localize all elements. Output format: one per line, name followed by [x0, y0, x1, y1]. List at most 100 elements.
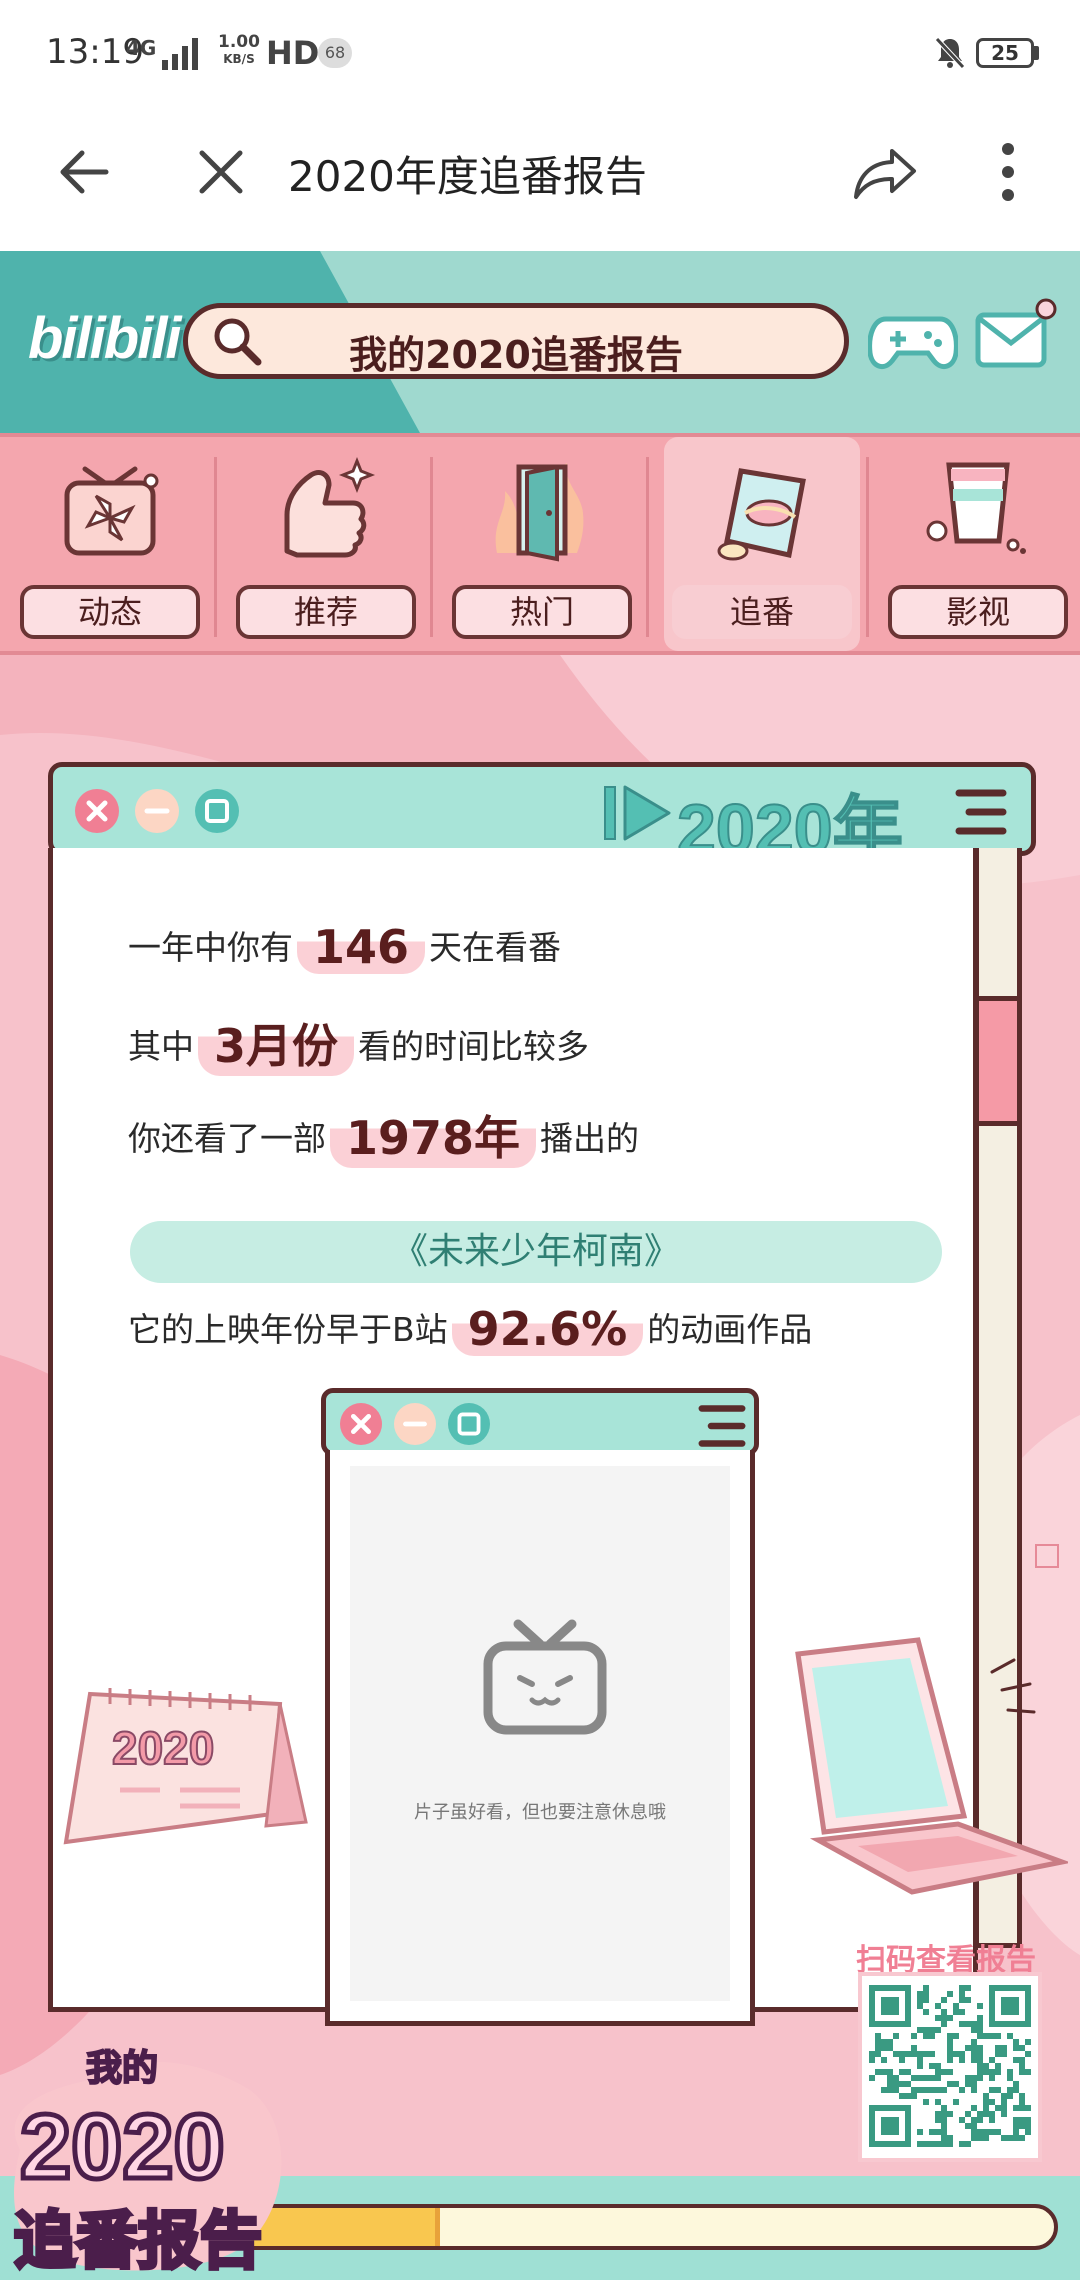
- window-close-button[interactable]: [75, 789, 119, 833]
- qr-module: [1013, 2039, 1019, 2045]
- qr-module: [971, 2027, 977, 2033]
- video-placeholder[interactable]: 片子虽好看，但也要注意休息哦: [350, 1466, 730, 2001]
- qr-module: [911, 2093, 917, 2099]
- menu-icon[interactable]: [953, 787, 1009, 837]
- search-bar[interactable]: 我的2020追番报告: [183, 303, 849, 379]
- qr-module: [905, 2093, 911, 2099]
- qr-module: [935, 2117, 941, 2123]
- window-minimize-button[interactable]: [135, 789, 179, 833]
- nav-label[interactable]: 动态: [20, 585, 200, 639]
- qr-finder-pattern: [881, 1997, 899, 2015]
- qr-module: [977, 2075, 983, 2081]
- mail-icon[interactable]: [974, 295, 1058, 375]
- qr-module: [923, 2087, 929, 2093]
- nav-label[interactable]: 推荐: [236, 585, 416, 639]
- qr-module: [923, 2141, 929, 2147]
- qr-module: [941, 2009, 947, 2015]
- qr-module: [977, 2111, 983, 2117]
- player-window-body: 片子虽好看，但也要注意休息哦: [325, 1450, 755, 2026]
- nav-separator: [646, 457, 649, 637]
- qr-module: [941, 2141, 947, 2147]
- mute-bell-icon: [935, 37, 965, 69]
- menu-icon[interactable]: [696, 1403, 748, 1449]
- highlight-value: 1978年: [330, 1102, 537, 1168]
- qr-module: [881, 2045, 887, 2051]
- share-icon[interactable]: [852, 145, 918, 201]
- nav-item-zhuifan[interactable]: 追番: [664, 437, 860, 651]
- qr-module: [1019, 2063, 1025, 2069]
- nav-item-tuijian[interactable]: 推荐: [228, 437, 424, 651]
- qr-module: [929, 2051, 935, 2057]
- qr-module: [971, 2117, 977, 2123]
- close-icon[interactable]: [196, 147, 246, 197]
- nav-item-yingshi[interactable]: 影视: [880, 437, 1076, 651]
- battery-tip: [1034, 46, 1039, 60]
- play-icon[interactable]: [603, 781, 673, 845]
- highlight-value: 92.6%: [451, 1302, 644, 1356]
- nav-label[interactable]: 热门: [452, 585, 632, 639]
- qr-module: [989, 2069, 995, 2075]
- player-maximize-button[interactable]: [448, 1403, 490, 1445]
- qr-module: [1019, 2093, 1025, 2099]
- qr-module: [893, 2087, 899, 2093]
- qr-module: [1007, 2093, 1013, 2099]
- qr-module: [971, 2075, 977, 2081]
- player-close-button[interactable]: [340, 1403, 382, 1445]
- more-vertical-icon[interactable]: [994, 141, 1022, 203]
- qr-module: [917, 2027, 923, 2033]
- network-type: 4G: [126, 36, 157, 60]
- qr-module: [911, 2075, 917, 2081]
- rest-reminder-caption: 片子虽好看，但也要注意休息哦: [414, 1802, 666, 1823]
- qr-module: [1025, 2129, 1031, 2135]
- report-line-year: 你还看了一部 1978年 播出的: [128, 1102, 639, 1168]
- gamepad-icon[interactable]: [868, 311, 958, 375]
- qr-module: [971, 2135, 977, 2141]
- qr-module: [917, 1991, 923, 1997]
- qr-module: [953, 2081, 959, 2087]
- qr-module: [947, 2051, 953, 2057]
- qr-module: [959, 2117, 965, 2123]
- window-maximize-button[interactable]: [195, 789, 239, 833]
- qr-module: [947, 2081, 953, 2087]
- battery-indicator: 25: [976, 38, 1034, 68]
- nav-item-remen[interactable]: 热门: [444, 437, 640, 651]
- nav-label[interactable]: 影视: [888, 585, 1068, 639]
- qr-module: [875, 2051, 881, 2057]
- qr-module: [929, 2033, 935, 2039]
- qr-module: [983, 2069, 989, 2075]
- qr-module: [977, 2117, 983, 2123]
- nav-item-dongtai[interactable]: 动态: [12, 437, 208, 651]
- qr-module: [929, 2129, 935, 2135]
- report-progress-bar: [178, 2204, 1058, 2250]
- qr-module: [959, 1985, 965, 1991]
- qr-module: [989, 2057, 995, 2063]
- browser-title-bar: 2020年度追番报告: [0, 105, 1080, 252]
- qr-module: [1013, 2117, 1019, 2123]
- qr-module: [1007, 2033, 1013, 2039]
- qr-module: [887, 2075, 893, 2081]
- qr-module: [917, 2057, 923, 2063]
- qr-module: [977, 2069, 983, 2075]
- bilibili-tv-icon: [483, 1619, 607, 1735]
- player-window: 片子虽好看，但也要注意休息哦: [321, 1388, 759, 2026]
- qr-module: [977, 2033, 983, 2039]
- qr-module: [929, 2063, 935, 2069]
- player-minimize-button[interactable]: [394, 1403, 436, 1445]
- report-line-percent: 它的上映年份早于B站 92.6% 的动画作品: [128, 1302, 813, 1356]
- qr-module: [965, 1985, 971, 1991]
- qr-module: [893, 2051, 899, 2057]
- qr-module: [995, 2045, 1001, 2051]
- qr-module: [923, 2099, 929, 2105]
- back-arrow-icon[interactable]: [56, 145, 110, 199]
- qr-module: [1013, 2123, 1019, 2129]
- qr-module: [983, 2099, 989, 2105]
- qr-finder-pattern: [1001, 1997, 1019, 2015]
- qr-module: [947, 2039, 953, 2045]
- qr-code[interactable]: [858, 1972, 1042, 2162]
- qr-module: [1001, 2135, 1007, 2141]
- nav-label[interactable]: 追番: [672, 585, 852, 639]
- qr-module: [941, 2015, 947, 2021]
- qr-module: [929, 2141, 935, 2147]
- scrollbar-thumb[interactable]: [979, 996, 1017, 1126]
- qr-module: [965, 2081, 971, 2087]
